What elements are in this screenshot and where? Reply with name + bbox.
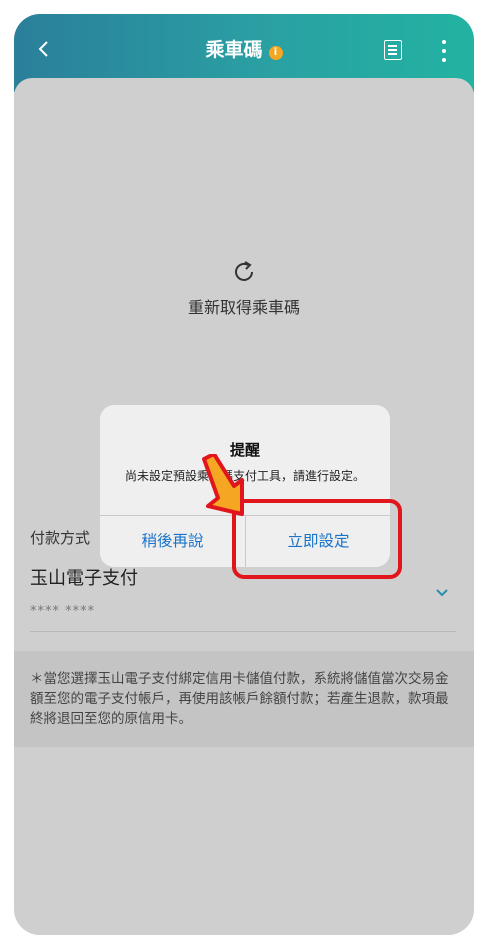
card-number-mask: **** **** (30, 604, 96, 619)
chevron-down-icon[interactable] (434, 584, 450, 597)
payment-method-label: 付款方式 (30, 529, 91, 547)
app-screen: 乘車碼 i 重新取得乘車碼 付款方式 玉山電子支付 **** **** ＊當您選擇… (14, 14, 474, 935)
more-vertical-icon[interactable] (440, 38, 448, 64)
page-title: 乘車碼 i (14, 36, 474, 64)
pointer-arrow-icon (194, 452, 254, 519)
later-button[interactable]: 稍後再說 (100, 516, 245, 567)
payment-method-value[interactable]: 玉山電子支付 (30, 564, 138, 590)
list-icon[interactable] (384, 40, 402, 60)
highlight-box (232, 499, 402, 579)
refresh-icon[interactable] (230, 258, 258, 286)
divider (30, 631, 456, 632)
refresh-label[interactable]: 重新取得乘車碼 (14, 294, 474, 318)
info-icon[interactable]: i (268, 46, 283, 60)
payment-notice: ＊當您選擇玉山電子支付綁定信用卡儲值付款，系統將儲值當次交易金額至您的電子支付帳… (14, 651, 474, 747)
page-title-text: 乘車碼 (205, 39, 263, 61)
